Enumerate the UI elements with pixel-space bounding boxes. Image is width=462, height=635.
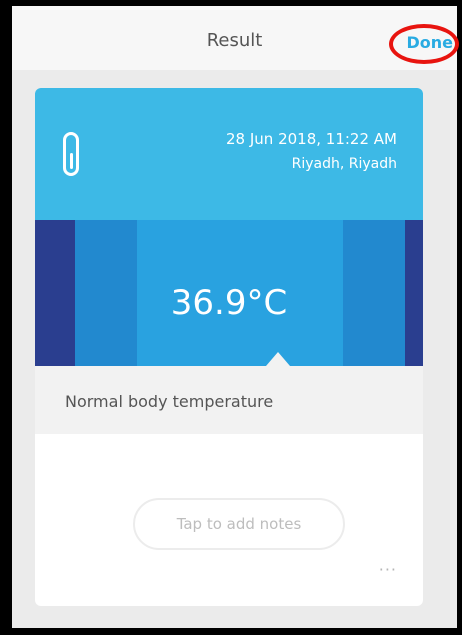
result-card: 28 Jun 2018, 11:22 AM Riyadh, Riyadh 36.… [35,88,423,606]
add-notes-button[interactable]: Tap to add notes [133,498,345,550]
temperature-status: Normal body temperature [65,392,274,411]
temperature-value: 36.9°C [170,283,288,323]
app-screen: Result Done 28 Jun 2018, 11:22 AM Riyadh… [12,6,459,628]
highlight-circle [389,24,459,64]
scale-pointer [266,352,290,366]
reading-location: Riyadh, Riyadh [291,156,397,172]
reading-datetime: 28 Jun 2018, 11:22 AM [226,130,397,148]
more-options-icon[interactable]: ··· [379,560,397,579]
thermometer-icon [63,132,79,176]
reading-header: 28 Jun 2018, 11:22 AM Riyadh, Riyadh [35,88,423,220]
